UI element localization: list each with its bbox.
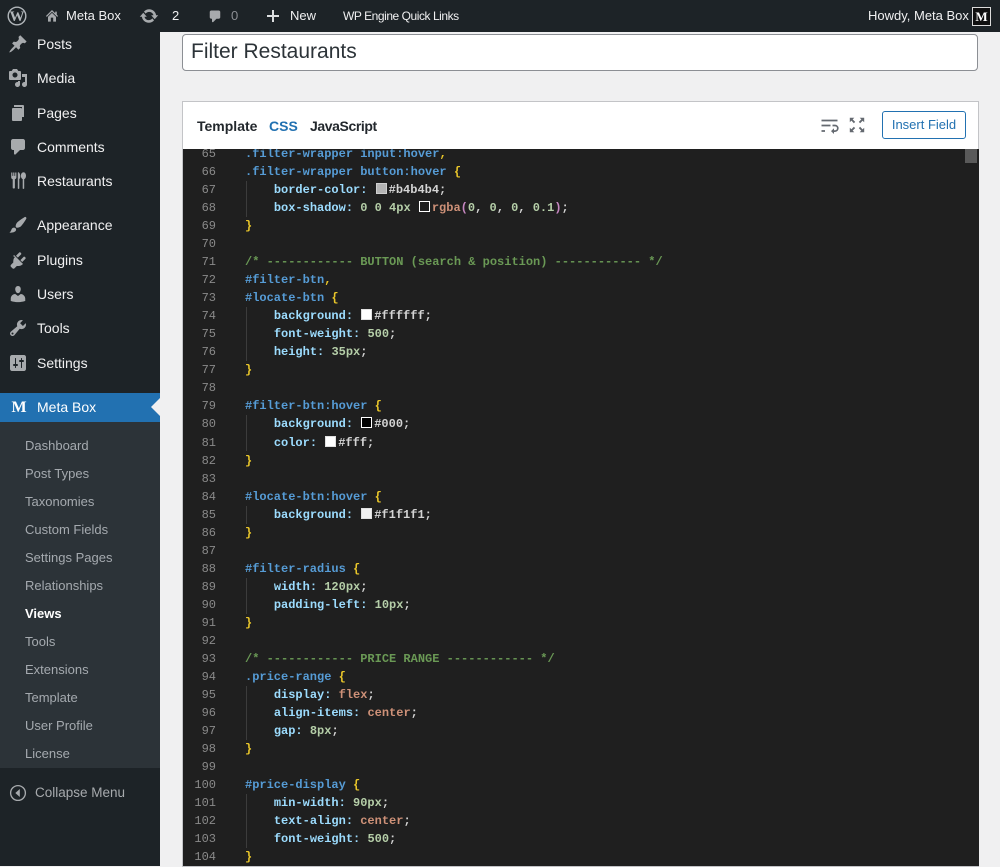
svg-text:W: W <box>10 9 25 25</box>
